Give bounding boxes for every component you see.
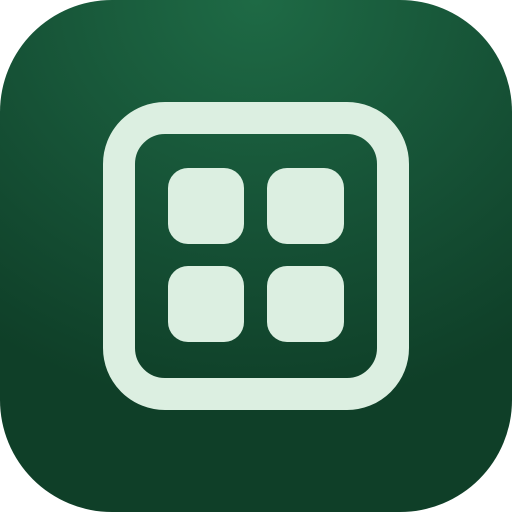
grid-apps-icon: [103, 102, 409, 410]
tile-bottom-right: [267, 266, 344, 342]
frame-outline: [103, 102, 409, 410]
tile-top-left: [168, 168, 244, 244]
tile-top-right: [267, 168, 344, 244]
tile-bottom-left: [168, 266, 244, 342]
app-icon[interactable]: [0, 0, 512, 512]
